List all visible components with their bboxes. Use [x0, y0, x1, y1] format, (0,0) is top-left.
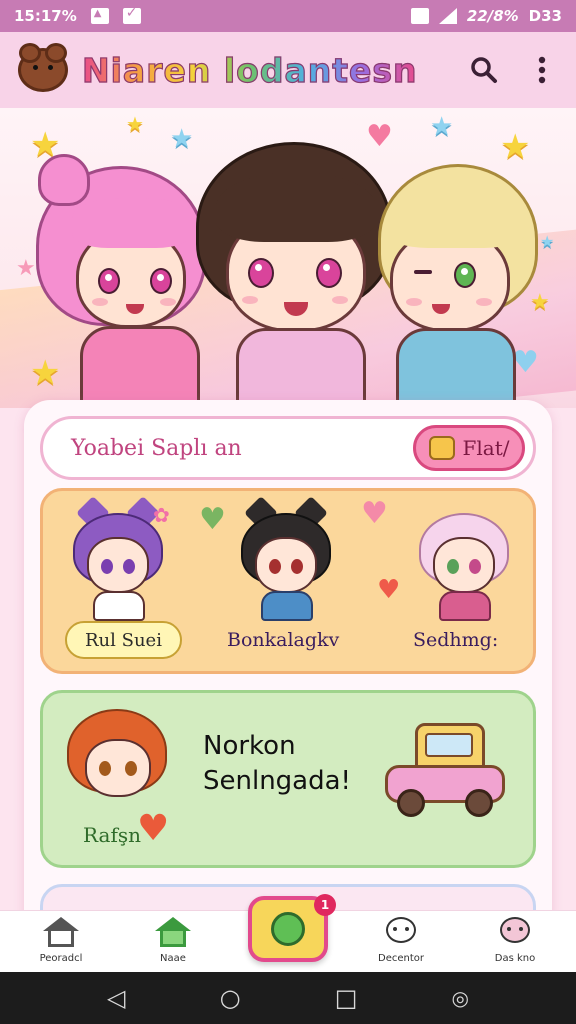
search-button-label: Flat/ [462, 436, 510, 460]
pink-heart-icon: ♥ [361, 496, 388, 531]
star-icon: ★ [430, 112, 454, 142]
back-icon[interactable]: ◁ [107, 986, 125, 1010]
status-extra: D33 [528, 7, 562, 25]
cast-icon [410, 8, 429, 24]
nav-item-decentor[interactable]: Decentor [356, 917, 446, 964]
green-house-icon [155, 917, 191, 949]
purple-cat-character[interactable] [73, 496, 163, 621]
star-icon: ★ [126, 112, 144, 136]
bunny-face-icon [383, 917, 419, 949]
pink-haired-character [36, 154, 216, 408]
content-card: Yoabei Saplı an Flat/ ✿ ♥ ♥ ♥ Rul Suei B… [24, 400, 552, 944]
recents-square-icon[interactable]: □ [335, 986, 358, 1010]
app-title: Niaren lodantesn [81, 50, 418, 90]
star-icon: ★ [170, 124, 194, 154]
search-submit-button[interactable]: Flat/ [413, 425, 525, 471]
status-bar: 15:17% 22/8% D33 [0, 0, 576, 32]
featured-title: Norkon Senlngada! [203, 731, 351, 797]
bear-logo-icon [18, 43, 68, 92]
signal-icon [438, 8, 457, 24]
search-bar[interactable]: Yoabei Saplı an Flat/ [40, 416, 536, 480]
green-heart-icon: ♥ [199, 502, 226, 537]
home-circle-icon[interactable]: ○ [220, 986, 241, 1010]
featured-panel[interactable]: ♥ Norkon Senlngada! Rafşn [40, 690, 536, 868]
check-notification-icon [122, 5, 141, 24]
assistant-icon[interactable]: ◎ [451, 988, 468, 1008]
search-icon [471, 57, 497, 83]
black-haired-character[interactable] [241, 496, 331, 621]
cookie-icon [428, 436, 455, 460]
system-navigation-bar: ◁ ○ □ ◎ [0, 972, 576, 1024]
house-icon [43, 917, 79, 949]
character-name-bubble: Rul Suei [65, 621, 182, 659]
toy-car-icon [385, 719, 505, 819]
more-vert-icon [538, 56, 546, 84]
search-button[interactable] [468, 54, 500, 86]
nav-item-profile[interactable]: Das kno [470, 917, 560, 964]
more-options-button[interactable] [526, 54, 558, 86]
avatar-icon [497, 917, 533, 949]
red-heart-icon: ♥ [377, 575, 401, 605]
pale-pink-character[interactable] [419, 513, 509, 621]
app-header: Niaren lodantesn [0, 32, 576, 108]
featured-tag: Rafşn [83, 823, 141, 847]
hero-banner: ★ ★ ★ ♥ ★ ★ ★ ★ ★ ♥ ★ [0, 108, 576, 408]
heart-icon: ♥ [137, 808, 170, 849]
battery-text: 22/8% [466, 7, 519, 25]
nav-item-name[interactable]: Naae [128, 917, 218, 964]
brown-haired-character [196, 132, 396, 408]
nav-item-home[interactable]: Peoradcl [16, 917, 106, 964]
bow-icon: ✿ [153, 503, 170, 527]
blond-character [370, 158, 550, 408]
notification-badge: 1 [314, 894, 336, 916]
gallery-notification-icon [90, 8, 109, 24]
star-icon: ★ [16, 256, 36, 281]
character-select-panel[interactable]: ✿ ♥ ♥ ♥ Rul Suei Bonkalagkv Sedhmg: [40, 488, 536, 674]
leaf-ball-icon [271, 912, 305, 946]
character-name-label: Bonkalagkv [227, 629, 340, 651]
status-time: 15:17% [14, 7, 77, 25]
orange-haired-character[interactable] [67, 709, 177, 819]
search-input[interactable]: Yoabei Saplı an [71, 436, 242, 461]
character-name-label: Sedhmg: [413, 629, 499, 651]
